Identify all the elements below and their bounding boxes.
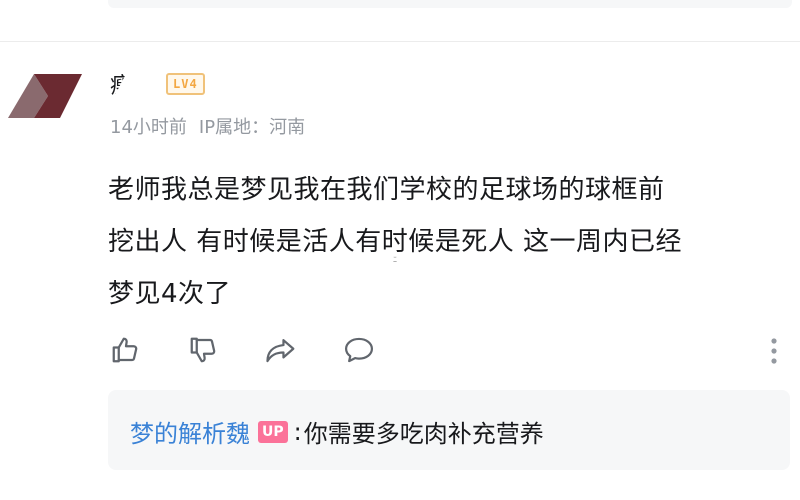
- previous-reply-box: [108, 0, 792, 8]
- reply-text: 你需要多吃肉补充营养: [303, 420, 544, 448]
- share-button[interactable]: [264, 333, 298, 367]
- stray-mark: ﾆ: [393, 255, 397, 264]
- comment-content-line: 挖出人 有时候是活人有时候是死人 这一周内已经: [108, 227, 683, 257]
- avatar[interactable]: [8, 74, 82, 118]
- comment-bubble-icon: [344, 337, 374, 363]
- like-button[interactable]: [108, 333, 142, 367]
- comment-actions: [108, 330, 376, 370]
- thumbs-down-icon: [190, 337, 216, 363]
- comment-meta: 14小时前 IP属地：河南: [110, 113, 305, 139]
- comment-content: 老师我总是梦见我在我们学校的足球场的球框前 挖出人 有时候是活人有时候是死人 这…: [108, 164, 794, 320]
- more-vertical-icon: [771, 338, 777, 364]
- dislike-button[interactable]: [186, 333, 220, 367]
- comment-divider: [0, 41, 800, 42]
- up-badge: UP: [258, 420, 288, 443]
- share-icon: [266, 339, 295, 363]
- reply-button[interactable]: [342, 333, 376, 367]
- more-options-button[interactable]: [762, 334, 786, 368]
- reply-username[interactable]: 梦的解析魏: [130, 414, 250, 449]
- reply-separator: :: [293, 417, 302, 446]
- comment-content-line: 老师我总是梦见我在我们学校的足球场的球框前: [108, 175, 665, 205]
- comment-content-line: 梦见4次了: [108, 279, 232, 309]
- ip-location: IP属地：河南: [198, 117, 306, 138]
- level-badge: LV4: [166, 73, 205, 95]
- comment-time: 14小时前: [110, 117, 187, 138]
- reply-preview[interactable]: 梦的解析魏 UP : 你需要多吃肉补充营养: [108, 390, 790, 470]
- reply-line: 梦的解析魏 UP : 你需要多吃肉补充营养: [130, 414, 544, 449]
- thumbs-up-icon: [112, 337, 138, 363]
